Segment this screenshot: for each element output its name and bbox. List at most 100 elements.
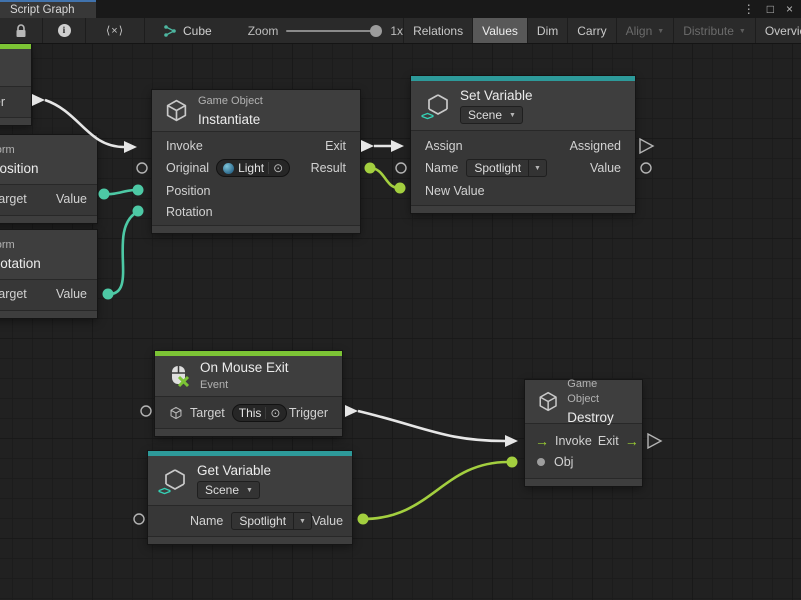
code-view-button[interactable]: ⟨×⟩ (86, 18, 144, 43)
node-subtitle: Event (200, 378, 289, 393)
mouse-exit-icon (167, 364, 191, 388)
lock-button[interactable] (0, 18, 42, 43)
port-position-in[interactable] (133, 185, 144, 196)
overview-button[interactable]: Overview (756, 18, 801, 43)
object-field-value: This (239, 406, 262, 420)
port-row: Original Light ⊙ Result (152, 156, 360, 180)
wire-mouseexit-to-destroy[interactable] (358, 411, 505, 441)
node-get-variable[interactable]: <> Get Variable Scene ▼ Name Spotlight ▼ (148, 451, 352, 544)
port-name-in[interactable] (134, 514, 144, 524)
port-invoke-in[interactable] (505, 435, 518, 447)
variable-name-dropdown[interactable]: Spotlight ▼ (231, 512, 312, 530)
port-row: Rotation (152, 201, 360, 222)
port-label-exit: Exit (325, 139, 346, 153)
node-partial-event[interactable]: Trigger (0, 44, 31, 125)
relations-button[interactable]: Relations (404, 18, 472, 43)
port-label-obj: Obj (554, 455, 573, 469)
info-button[interactable]: i (43, 18, 85, 43)
port-value-out[interactable] (641, 163, 651, 173)
flow-arrow-icon: → (535, 434, 549, 448)
node-footer (155, 428, 342, 436)
wire-result-to-newvalue[interactable] (370, 168, 399, 188)
port-invoke-in[interactable] (124, 141, 137, 153)
object-picker-icon[interactable]: ⊙ (265, 407, 284, 419)
node-category: Game Object (567, 377, 630, 407)
port-name-in[interactable] (396, 163, 406, 173)
variable-scope-dropdown[interactable]: Scene ▼ (197, 481, 260, 499)
port-label-invoke: Invoke (166, 139, 203, 153)
variable-name-value: Spotlight (467, 161, 528, 175)
close-icon[interactable]: × (786, 3, 793, 15)
object-field-value: Light (238, 161, 264, 175)
tab-script-graph[interactable]: Script Graph (0, 0, 96, 18)
port-label-exit: Exit (598, 434, 619, 448)
port-value-out[interactable] (103, 289, 114, 300)
carry-button[interactable]: Carry (568, 18, 615, 43)
node-set-variable[interactable]: <> Set Variable Scene ▼ Assign Assigned … (411, 76, 635, 213)
port-row: Position (152, 180, 360, 201)
object-field-light[interactable]: Light ⊙ (216, 159, 290, 177)
port-original-in[interactable] (137, 163, 147, 173)
tab-title: Script Graph (10, 4, 75, 16)
node-destroy[interactable]: Game Object Destroy → Invoke Exit → Obj (525, 380, 642, 486)
port-label-assign: Assign (425, 139, 463, 153)
zoom-slider-track (286, 30, 382, 32)
port-label-trigger: Trigger (0, 95, 5, 109)
port-assign-in[interactable] (391, 140, 404, 152)
node-title: Get Position (0, 160, 39, 177)
node-footer (411, 205, 635, 213)
graph-breadcrumb[interactable]: Cube (145, 18, 222, 43)
window-menu-icon[interactable]: ⋮ (743, 3, 755, 15)
node-title: Get Rotation (0, 255, 41, 272)
port-row: Target This ⊙ Trigger (155, 399, 342, 426)
variable-scope-dropdown[interactable]: Scene ▼ (460, 106, 523, 124)
relations-label: Relations (413, 24, 463, 38)
variable-name-dropdown[interactable]: Spotlight ▼ (466, 159, 547, 177)
zoom-value: 1x (390, 24, 403, 38)
zoom-slider-handle[interactable] (370, 25, 382, 37)
object-field-this[interactable]: This ⊙ (232, 404, 288, 422)
node-title: Get Variable (197, 462, 271, 479)
port-trigger-out[interactable] (345, 405, 358, 417)
maximize-icon[interactable]: □ (767, 3, 774, 15)
align-label: Align (626, 24, 653, 38)
graph-canvas[interactable]: Trigger Transform Get Position Target Va… (0, 44, 801, 600)
node-footer (152, 225, 360, 233)
chevron-down-icon: ▼ (528, 160, 546, 176)
port-rotation-in[interactable] (133, 206, 144, 217)
port-target-in[interactable] (141, 406, 151, 416)
port-newvalue-in[interactable] (395, 183, 406, 194)
chevron-down-icon: ▼ (509, 107, 522, 123)
values-button[interactable]: Values (473, 18, 527, 43)
port-exit-out[interactable] (648, 434, 661, 448)
node-on-mouse-exit[interactable]: On Mouse Exit Event Target This ⊙ Trigge… (155, 351, 342, 436)
wire-getposition-to-position[interactable] (104, 190, 136, 194)
dim-button[interactable]: Dim (528, 18, 567, 43)
port-exit-out[interactable] (361, 140, 374, 152)
port-row: Obj (525, 451, 642, 472)
wire-getrotation-to-rotation[interactable] (108, 212, 137, 294)
align-button: Align ▼ (617, 18, 674, 43)
zoom-slider[interactable] (286, 25, 382, 37)
port-label-value: Value (590, 161, 621, 175)
port-assigned-out[interactable] (640, 139, 653, 153)
wire-getvariable-to-obj[interactable] (363, 462, 508, 519)
port-value-out[interactable] (358, 514, 369, 525)
node-category: Transform (0, 238, 41, 253)
flow-arrow-icon: → (625, 434, 639, 448)
variable-icon: <> (160, 467, 188, 495)
port-result-out[interactable] (365, 163, 376, 174)
node-get-position[interactable]: Transform Get Position Target Value (0, 135, 97, 223)
port-label-target: Target (0, 287, 27, 301)
object-picker-icon[interactable]: ⊙ (268, 162, 287, 174)
node-footer (525, 478, 642, 486)
node-instantiate[interactable]: Game Object Instantiate Invoke Exit Orig… (152, 90, 360, 233)
node-get-rotation[interactable]: Transform Get Rotation Target Value (0, 230, 97, 318)
port-label-invoke: Invoke (555, 434, 592, 448)
port-trigger-out[interactable] (32, 94, 45, 106)
node-title: On Mouse Exit (200, 359, 289, 376)
node-title: Instantiate (198, 111, 263, 128)
port-value-out[interactable] (99, 189, 110, 200)
port-obj-in[interactable] (507, 457, 518, 468)
carry-label: Carry (577, 24, 606, 38)
